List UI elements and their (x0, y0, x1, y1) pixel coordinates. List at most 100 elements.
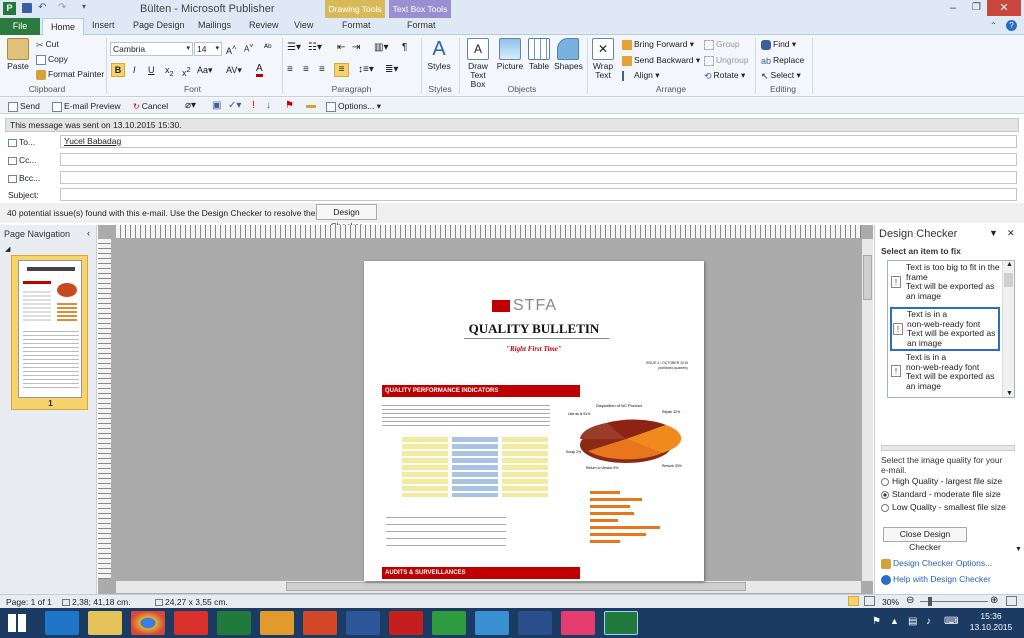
tab-format-textbox[interactable]: Format (407, 20, 436, 30)
app-green-icon[interactable] (432, 611, 466, 635)
itunes-icon[interactable] (561, 611, 595, 635)
group-button[interactable]: Group (704, 39, 740, 50)
single-page-view-icon[interactable] (848, 596, 859, 606)
shrink-font-icon[interactable]: A˅ (244, 43, 253, 54)
tab-review[interactable]: Review (249, 20, 279, 30)
zoom-slider[interactable] (920, 597, 988, 606)
design-checker-button[interactable]: Design Checker (316, 204, 377, 231)
app-red-icon[interactable] (389, 611, 423, 635)
copy-button[interactable]: Copy (36, 54, 68, 65)
zoom-out-icon[interactable]: ⊖ (906, 595, 914, 606)
word-icon[interactable] (346, 611, 380, 635)
subject-field[interactable] (60, 188, 1017, 201)
minimize-ribbon-icon[interactable]: ⌃ (990, 21, 997, 30)
show-marks-button[interactable]: ¶ (402, 42, 407, 53)
cancel-button[interactable]: ↻ Cancel (133, 101, 168, 112)
tab-file[interactable]: File (0, 18, 40, 35)
issue-list-scrollbar[interactable]: ▲ ▼ (1002, 261, 1014, 397)
decrease-indent-button[interactable]: ⇤ (337, 42, 345, 53)
powerpoint-icon[interactable] (303, 611, 337, 635)
send-button[interactable]: Send (8, 101, 40, 112)
close-design-checker-button[interactable]: Close Design Checker (883, 527, 967, 552)
subscript-button[interactable]: x2 (165, 65, 174, 78)
draw-text-box-button[interactable]: A Draw Text Box (462, 38, 494, 89)
send-backward-button[interactable]: Send Backward ▾ (622, 55, 700, 66)
tab-format-drawing[interactable]: Format (342, 20, 371, 30)
bcc-button[interactable]: Bcc... (8, 173, 40, 183)
horizontal-ruler[interactable] (116, 225, 861, 238)
tab-home[interactable]: Home (42, 18, 84, 36)
expand-triangle-icon[interactable]: ◢ (5, 245, 10, 253)
pane-scroll-down-icon[interactable]: ▼ (1015, 546, 1022, 553)
find-button[interactable]: Find ▾ (761, 39, 796, 50)
folder-icon[interactable]: ▬ (306, 100, 316, 111)
clear-formatting-icon[interactable]: ᴬᵇ (264, 42, 271, 52)
zoom-in-icon[interactable]: ⊕ (990, 595, 998, 606)
justify-button[interactable]: ≡ (334, 63, 349, 77)
save-icon[interactable] (22, 3, 32, 13)
qat-dropdown-icon[interactable]: ▾ (82, 2, 86, 11)
help-design-checker-link[interactable]: Help with Design Checker (881, 574, 991, 585)
superscript-button[interactable]: x2 (182, 65, 191, 78)
paste-button[interactable]: Paste (4, 38, 32, 71)
replace-button[interactable]: ab Replace (761, 55, 804, 66)
check-names-icon[interactable]: ✓▾ (228, 100, 241, 111)
cut-button[interactable]: ✂ Cut (36, 39, 59, 50)
design-checker-options-link[interactable]: Design Checker Options... (881, 558, 992, 569)
app-icon[interactable]: P (3, 2, 16, 15)
fit-page-icon[interactable] (1006, 596, 1017, 606)
hscroll-thumb[interactable] (286, 582, 746, 591)
help-icon[interactable]: ? (1006, 20, 1017, 31)
align-button[interactable]: Align ▾ (622, 70, 660, 81)
columns-button[interactable]: ▥▾ (374, 42, 388, 53)
align-center-button[interactable]: ≡ (303, 64, 309, 75)
chrome-icon[interactable] (131, 611, 165, 635)
zoom-slider-thumb[interactable] (928, 597, 932, 606)
undo-icon[interactable]: ↶ (38, 2, 46, 13)
pane-close-icon[interactable]: ✕ (1007, 228, 1015, 239)
select-button[interactable]: ↖ Select ▾ (761, 70, 801, 81)
italic-button[interactable]: I (133, 65, 136, 75)
clock[interactable]: 15:36 13.10.2015 (962, 611, 1020, 633)
quality-option-high[interactable]: High Quality - largest file size (881, 476, 1002, 486)
file-explorer-icon[interactable] (88, 611, 122, 635)
tray-network-icon[interactable]: ▤ (908, 616, 917, 627)
ungroup-button[interactable]: Ungroup (704, 55, 749, 66)
attach-icon[interactable]: ⌀▾ (185, 100, 196, 111)
redo-icon[interactable]: ↷ (58, 2, 66, 13)
font-size-select[interactable]: 14 ▾ (194, 42, 222, 56)
horizontal-scrollbar[interactable] (116, 581, 861, 593)
to-field[interactable]: Yucel Babadag (60, 135, 1017, 148)
pane-options-icon[interactable]: ▼ (989, 228, 998, 238)
picture-button[interactable]: Picture (496, 38, 524, 71)
line-spacing-button[interactable]: ↕≡▾ (358, 64, 374, 75)
start-icon[interactable] (8, 614, 26, 632)
tab-insert[interactable]: Insert (92, 20, 115, 30)
email-preview-button[interactable]: E-mail Preview (52, 101, 121, 112)
bcc-field[interactable] (60, 171, 1017, 184)
remote-desktop-icon[interactable] (475, 611, 509, 635)
document-workspace[interactable]: STFA QUALITY BULLETIN "Right First Time"… (98, 225, 873, 594)
cc-button[interactable]: Cc... (8, 155, 36, 165)
tray-flag-icon[interactable]: ⚑ (872, 616, 881, 627)
vertical-ruler[interactable] (98, 239, 111, 579)
tab-view[interactable]: View (294, 20, 313, 30)
grow-font-icon[interactable]: A˄ (226, 43, 236, 56)
outlook-icon[interactable] (260, 611, 294, 635)
paragraph-spacing-button[interactable]: ≣▾ (385, 64, 398, 75)
scroll-thumb[interactable] (863, 255, 872, 300)
shapes-button[interactable]: Shapes (554, 38, 583, 71)
issue-item[interactable]: ! Text is in a non-web-ready font Text w… (889, 352, 1001, 397)
tray-volume-icon[interactable]: ♪ (926, 616, 931, 627)
low-importance-icon[interactable]: ↓ (266, 100, 271, 111)
font-name-select[interactable]: Cambria ▾ (110, 42, 193, 56)
scroll-up-icon[interactable]: ▲ (1006, 261, 1013, 268)
address-book-icon[interactable]: ▣ (212, 100, 221, 111)
rotate-button[interactable]: ⟲ Rotate ▾ (704, 70, 745, 81)
quality-option-standard[interactable]: Standard - moderate file size (881, 489, 1001, 499)
minimize-icon[interactable]: – (950, 2, 956, 14)
flag-icon[interactable]: ⚑ (285, 100, 294, 111)
increase-indent-button[interactable]: ⇥ (352, 42, 360, 53)
numbering-button[interactable]: ☷▾ (308, 42, 322, 53)
character-spacing-button[interactable]: AV▾ (226, 65, 242, 76)
